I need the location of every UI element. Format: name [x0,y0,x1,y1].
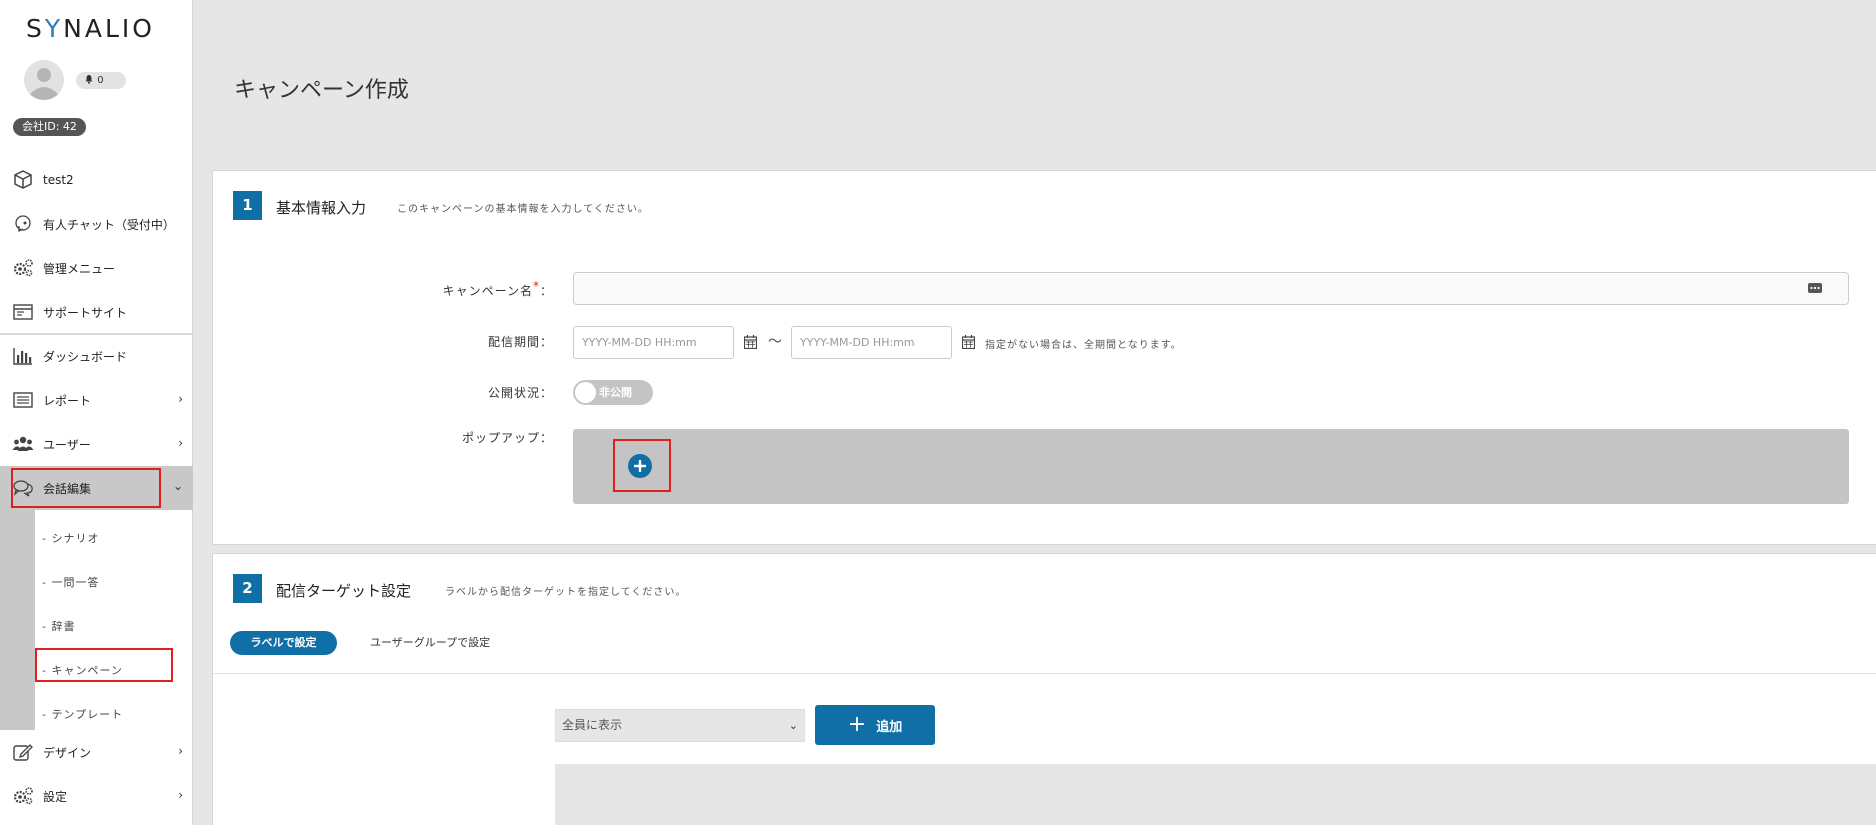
chevron-right-icon: › [178,436,183,450]
sidebar-item-label: 会話編集 [43,481,92,496]
add-target-button[interactable]: + 追加 [815,705,935,745]
sidebar-item-label: レポート [43,393,92,408]
sidebar-item-label: test2 [43,173,74,187]
gears-icon [11,785,35,807]
target-select-value: 全員に表示 [562,718,623,732]
add-button-label: 追加 [876,719,903,735]
avatar[interactable] [24,60,64,100]
synalio-logo[interactable]: SYNALIO [26,14,155,43]
sidebar-item-label: 有人チャット（受付中） [43,217,175,232]
campaign-name-input[interactable] [573,272,1849,305]
calendar-icon[interactable] [744,335,757,349]
popup-label: ポップアップ： [461,431,553,445]
target-setting-section: 2 配信ターゲット設定 ラベルから配信ターゲットを指定してください。 ラベルで設… [212,553,1876,825]
chevron-down-icon: ⌄ [788,719,798,732]
submenu-indicator-bar [0,508,35,730]
sidebar-item-label: ユーザー [43,437,91,452]
box-icon [11,169,35,191]
bell-icon [85,75,93,84]
period-note: 指定がない場合は、全期間となります。 [985,340,1182,351]
sidebar-item-admin-menu[interactable]: 管理メニュー [0,246,193,290]
range-separator: 〜 [768,334,782,350]
page-title: キャンペーン作成 [234,78,409,103]
submenu-item-template[interactable]: - テンプレート [42,700,182,730]
sidebar-item-label: サポートサイト [43,305,128,320]
required-mark: * [532,279,540,293]
tab-user-group-setting[interactable]: ユーザーグループで設定 [370,631,490,655]
notification-badge[interactable]: 0 [76,72,126,89]
chat-bubbles-icon [11,477,35,499]
users-icon [11,433,35,455]
chevron-down-icon: ⌄ [172,479,183,493]
chevron-right-icon: › [178,392,183,406]
chevron-right-icon: › [178,744,183,758]
step-number-badge: 1 [233,191,262,220]
submenu-item-scenario[interactable]: - シナリオ [42,524,182,554]
sidebar-item-dashboard[interactable]: ダッシュボード [0,334,193,378]
sidebar-item-label: 設定 [43,789,68,804]
chevron-right-icon: › [178,788,183,802]
bar-chart-icon [11,345,35,367]
add-popup-button[interactable] [628,454,652,478]
company-id-badge: 会社ID: 42 [13,118,86,136]
calendar-icon[interactable] [962,335,975,349]
plus-icon: + [847,712,867,737]
sidebar-item-users[interactable]: ユーザー › [0,422,193,466]
sidebar: SYNALIO 0 会社ID: 42 test2 有人チャット（受付中） 管理メ… [0,0,193,825]
sidebar-item-live-chat[interactable]: 有人チャット（受付中） [0,202,193,246]
sidebar-item-label: デザイン [43,745,92,760]
sidebar-item-test2[interactable]: test2 [0,158,193,202]
sidebar-item-label: 管理メニュー [43,261,116,276]
target-list-area [555,764,1876,825]
section-description: このキャンペーンの基本情報を入力してください。 [397,204,649,215]
gears-icon [11,257,35,279]
basic-info-section: 1 基本情報入力 このキャンペーンの基本情報を入力してください。 キャンペーン名… [212,170,1876,545]
section-divider [213,673,1876,674]
conversation-edit-submenu: - シナリオ - 一問一答 - 辞書 - キャンペーン - テンプレート [0,508,193,730]
popup-area [573,429,1849,504]
step-number-badge: 2 [233,574,262,603]
submenu-item-campaign[interactable]: - キャンペーン [42,656,182,686]
plus-icon [634,460,646,472]
sidebar-item-support-site[interactable]: サポートサイト [0,290,193,334]
end-date-input[interactable]: YYYY-MM-DD HH:mm [791,326,952,359]
tab-label-setting[interactable]: ラベルで設定 [230,631,337,655]
start-date-input[interactable]: YYYY-MM-DD HH:mm [573,326,734,359]
sidebar-item-report[interactable]: レポート › [0,378,193,422]
campaign-name-label: キャンペーン名*： [442,279,553,298]
target-select[interactable]: 全員に表示 ⌄ [555,709,805,742]
toggle-knob [575,382,596,403]
section-description: ラベルから配信ターゲットを指定してください。 [445,587,687,598]
toggle-text: 非公開 [599,386,632,399]
status-label: 公開状況： [487,386,553,400]
period-label: 配信期間： [487,335,553,349]
headset-icon [11,213,35,235]
publish-status-toggle[interactable]: 非公開 [573,380,653,405]
sidebar-item-label: ダッシュボード [43,349,128,364]
sidebar-item-conversation-edit[interactable]: 会話編集 ⌄ [0,466,193,510]
section-title: 基本情報入力 [276,199,367,217]
submenu-item-qa[interactable]: - 一問一答 [42,568,182,598]
sidebar-item-design[interactable]: デザイン › [0,730,193,774]
notification-count: 0 [97,75,104,86]
browser-window-icon [11,301,35,323]
list-icon [11,389,35,411]
submenu-item-dictionary[interactable]: - 辞書 [42,612,182,642]
section-title: 配信ターゲット設定 [276,582,412,600]
sidebar-item-settings[interactable]: 設定 › [0,774,193,818]
more-dots-icon[interactable] [1808,283,1822,293]
edit-icon [11,741,35,763]
